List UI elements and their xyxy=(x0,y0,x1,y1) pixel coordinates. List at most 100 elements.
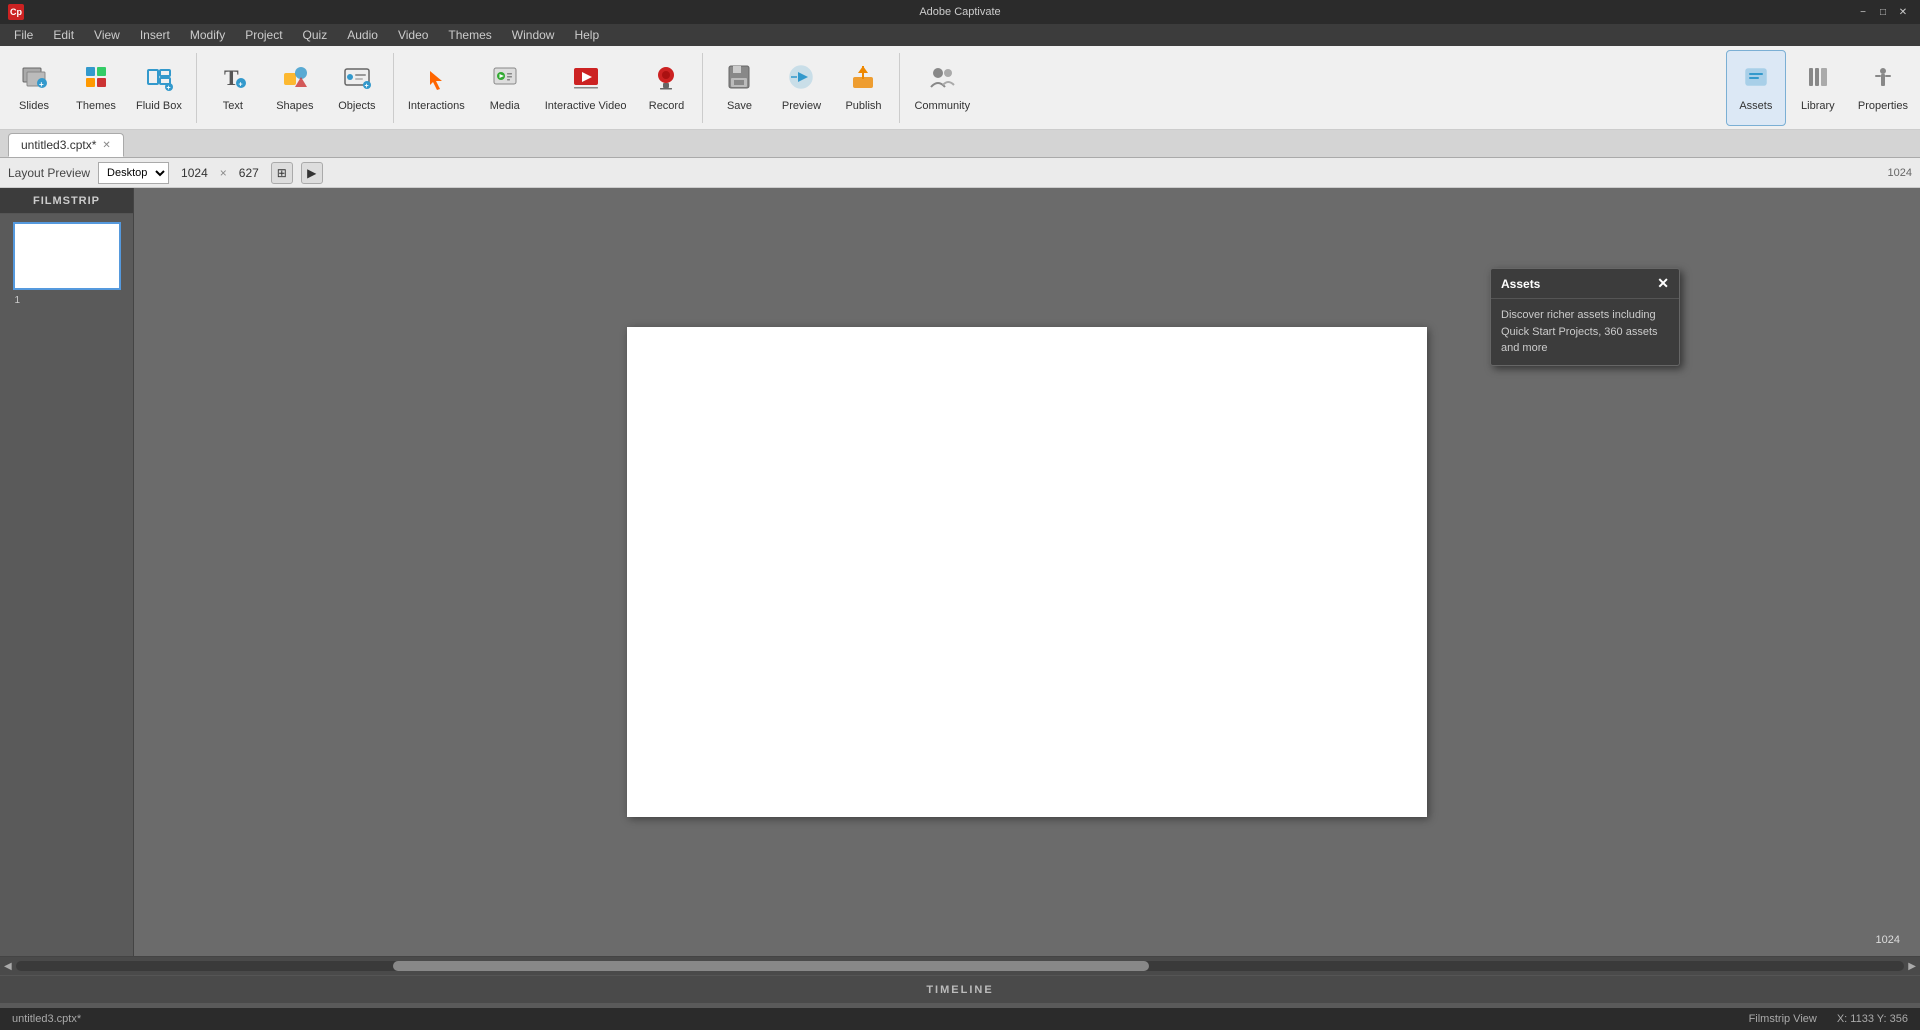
save-label: Save xyxy=(727,100,752,112)
slides-icon: + xyxy=(20,63,48,98)
window-controls[interactable]: − □ ✕ xyxy=(1854,4,1912,20)
assets-popup: Assets ✕ Discover richer assets includin… xyxy=(1490,268,1680,366)
status-file-name: untitled3.cptx* xyxy=(12,1013,81,1025)
ruler-coordinate: 1024 xyxy=(1888,167,1912,179)
menu-audio[interactable]: Audio xyxy=(337,26,388,44)
filmstrip-slide-1[interactable]: 1 xyxy=(13,222,121,290)
objects-icon: + xyxy=(343,63,371,98)
interactive-video-icon xyxy=(572,63,600,98)
toolbar-library[interactable]: Library xyxy=(1788,50,1848,126)
properties-label: Properties xyxy=(1858,100,1908,112)
tab-main[interactable]: untitled3.cptx* ✕ xyxy=(8,133,124,157)
publish-icon xyxy=(849,63,877,98)
interactions-label: Interactions xyxy=(408,100,465,112)
title-bar: Cp Adobe Captivate − □ ✕ xyxy=(0,0,1920,24)
themes-icon xyxy=(82,63,110,98)
sub-toolbar: Layout Preview Desktop Tablet Mobile 102… xyxy=(0,158,1920,188)
svg-text:+: + xyxy=(364,83,368,90)
filmstrip-header: FILMSTRIP xyxy=(0,188,133,214)
toolbar-text[interactable]: T + Text xyxy=(203,50,263,126)
canvas-coord-display: 1024 xyxy=(1876,934,1900,946)
menu-edit[interactable]: Edit xyxy=(43,26,84,44)
assets-popup-title: Assets xyxy=(1501,277,1540,291)
scroll-right-button[interactable]: ▶ xyxy=(1908,961,1916,972)
canvas-width-value: 1024 xyxy=(177,166,212,180)
status-coordinates: X: 1133 Y: 356 xyxy=(1837,1013,1908,1025)
app-logo: Cp xyxy=(8,4,24,20)
themes-label: Themes xyxy=(76,100,116,112)
app-title: Adobe Captivate xyxy=(919,6,1000,18)
filmstrip-panel: FILMSTRIP 1 xyxy=(0,188,134,956)
layout-preview-label: Layout Preview xyxy=(8,166,90,180)
fluidbox-icon: + xyxy=(145,63,173,98)
toolbar-properties[interactable]: Properties xyxy=(1850,50,1916,126)
toolbar-community[interactable]: Community xyxy=(906,50,978,126)
menu-window[interactable]: Window xyxy=(502,26,565,44)
menu-file[interactable]: File xyxy=(4,26,43,44)
media-label: Media xyxy=(490,100,520,112)
svg-text:+: + xyxy=(39,80,44,89)
main-content: FILMSTRIP 1 1024 Assets ✕ Discover riche… xyxy=(0,188,1920,956)
menu-themes[interactable]: Themes xyxy=(438,26,501,44)
minimize-button[interactable]: − xyxy=(1854,4,1872,20)
preview-icon xyxy=(787,63,815,98)
sep3 xyxy=(702,53,703,123)
canvas-height-value: 627 xyxy=(235,166,263,180)
menu-project[interactable]: Project xyxy=(235,26,292,44)
toolbar-interactions[interactable]: Interactions xyxy=(400,50,473,126)
toolbar-record[interactable]: Record xyxy=(636,50,696,126)
fit-button[interactable]: ⊞ xyxy=(271,162,293,184)
slide-canvas[interactable] xyxy=(627,327,1427,817)
toolbar-right-group: Assets Library Properties xyxy=(1726,50,1916,126)
shapes-icon xyxy=(281,63,309,98)
toolbar-assets[interactable]: Assets xyxy=(1726,50,1786,126)
toolbar-media[interactable]: Media xyxy=(475,50,535,126)
toolbar-themes[interactable]: Themes xyxy=(66,50,126,126)
library-icon xyxy=(1804,63,1832,98)
toolbar-fluidbox[interactable]: + Fluid Box xyxy=(128,50,190,126)
toolbar-objects[interactable]: + Objects xyxy=(327,50,387,126)
tab-close-button[interactable]: ✕ xyxy=(102,140,110,151)
status-bar: untitled3.cptx* Filmstrip View X: 1133 Y… xyxy=(0,1008,1920,1030)
text-label: Text xyxy=(223,100,243,112)
library-label: Library xyxy=(1801,100,1835,112)
menu-insert[interactable]: Insert xyxy=(130,26,180,44)
fluidbox-label: Fluid Box xyxy=(136,100,182,112)
menu-quiz[interactable]: Quiz xyxy=(293,26,338,44)
timeline-scrollbar: ◀ ▶ xyxy=(0,957,1920,975)
sep2 xyxy=(393,53,394,123)
toolbar-shapes[interactable]: Shapes xyxy=(265,50,325,126)
sep1 xyxy=(196,53,197,123)
toolbar-save[interactable]: Save xyxy=(709,50,769,126)
toolbar-slides[interactable]: + Slides xyxy=(4,50,64,126)
scroll-thumb[interactable] xyxy=(393,961,1148,971)
toolbar-publish[interactable]: Publish xyxy=(833,50,893,126)
status-view-mode: Filmstrip View xyxy=(1749,1013,1817,1025)
assets-popup-header: Assets ✕ xyxy=(1491,269,1679,299)
maximize-button[interactable]: □ xyxy=(1874,4,1892,20)
close-button[interactable]: ✕ xyxy=(1894,4,1912,20)
toolbar-preview[interactable]: Preview xyxy=(771,50,831,126)
assets-icon xyxy=(1742,63,1770,98)
toolbar: + Slides Themes + Fluid Box xyxy=(0,46,1920,130)
preview-label: Preview xyxy=(782,100,821,112)
menu-view[interactable]: View xyxy=(84,26,130,44)
assets-popup-close[interactable]: ✕ xyxy=(1657,275,1669,292)
save-icon xyxy=(725,63,753,98)
assets-popup-body: Discover richer assets including Quick S… xyxy=(1491,299,1679,365)
publish-label: Publish xyxy=(845,100,881,112)
slide-number-1: 1 xyxy=(15,295,21,306)
timeline-label: TIMELINE xyxy=(0,975,1920,1003)
sep4 xyxy=(899,53,900,123)
bottom-area: ◀ ▶ TIMELINE xyxy=(0,956,1920,1008)
layout-dropdown[interactable]: Desktop Tablet Mobile xyxy=(98,162,169,184)
menu-help[interactable]: Help xyxy=(564,26,609,44)
canvas-area: 1024 Assets ✕ Discover richer assets inc… xyxy=(134,188,1920,956)
scroll-track[interactable] xyxy=(16,961,1905,971)
menu-video[interactable]: Video xyxy=(388,26,438,44)
play-button[interactable]: ▶ xyxy=(301,162,323,184)
menu-bar: File Edit View Insert Modify Project Qui… xyxy=(0,24,1920,46)
menu-modify[interactable]: Modify xyxy=(180,26,235,44)
toolbar-interactive-video[interactable]: Interactive Video xyxy=(537,50,635,126)
scroll-left-button[interactable]: ◀ xyxy=(4,961,12,972)
